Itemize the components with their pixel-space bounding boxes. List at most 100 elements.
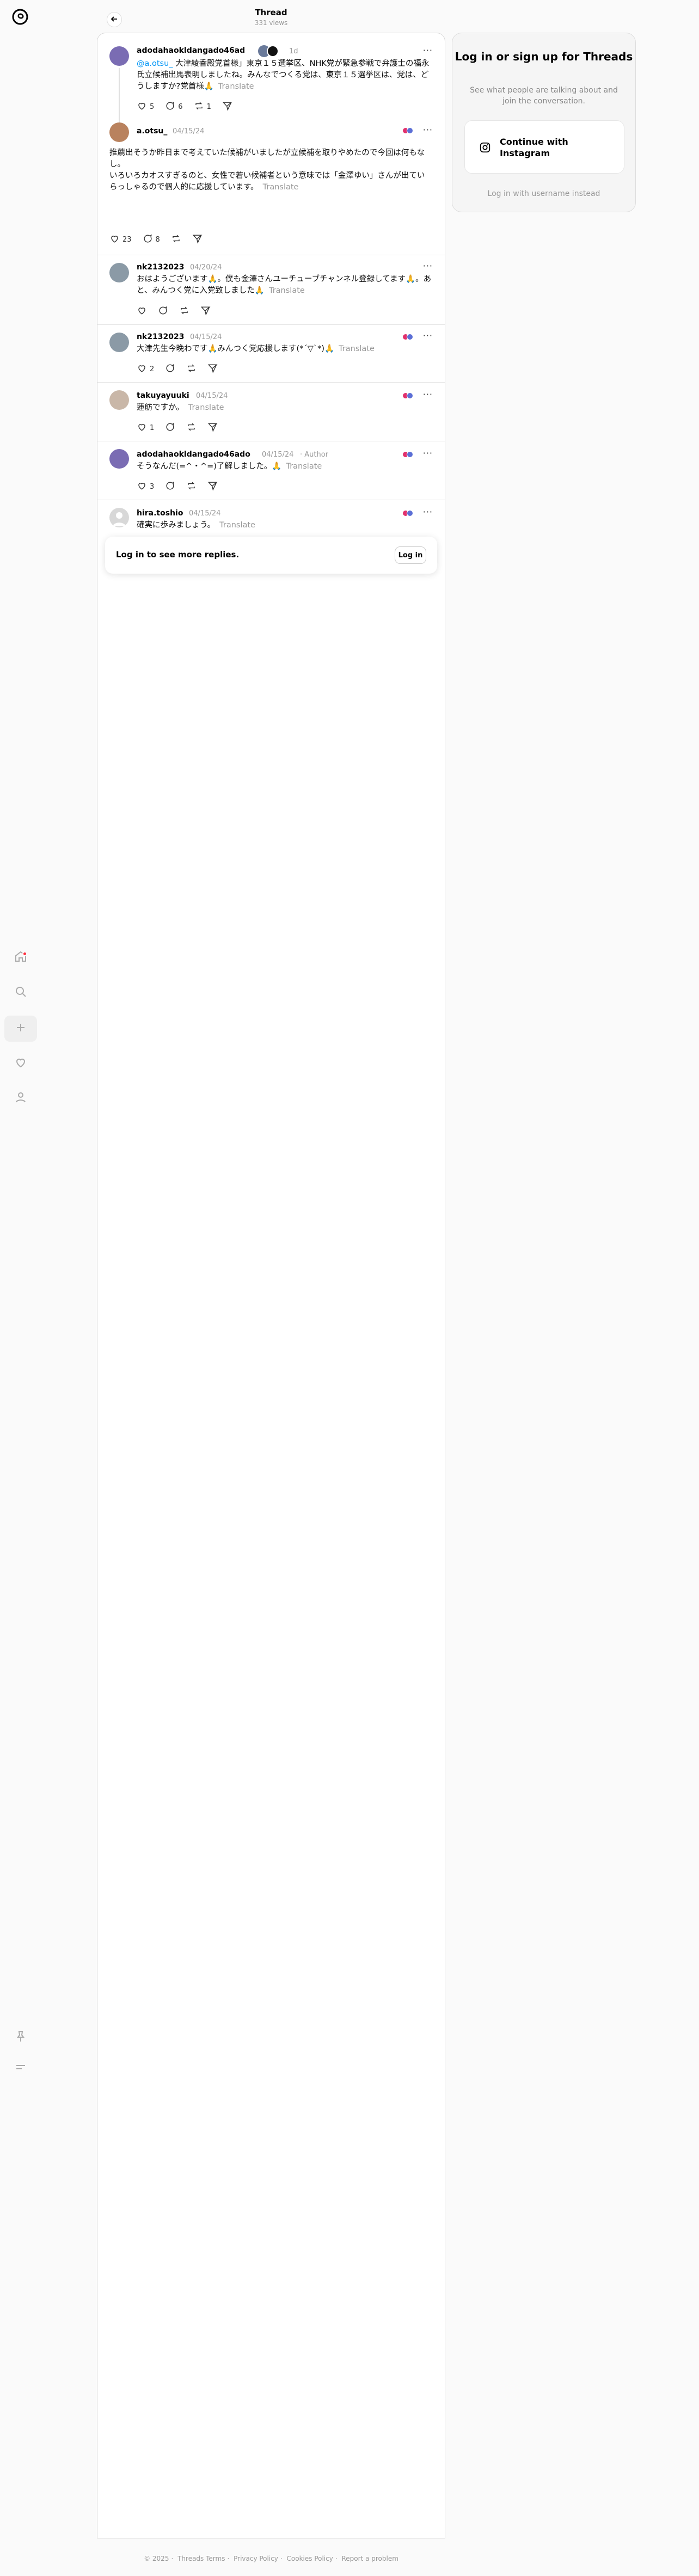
username[interactable]: adodahaokldangado46ado <box>137 450 250 459</box>
username[interactable]: takuyayuuki <box>137 391 189 400</box>
repost-icon <box>179 305 189 318</box>
repost-icon <box>194 101 204 113</box>
like-button[interactable]: 5 <box>137 101 154 113</box>
more-options-button[interactable]: ··· <box>423 261 433 271</box>
reply-button[interactable]: 8 <box>143 233 160 246</box>
translate-link[interactable]: Translate <box>286 462 322 471</box>
footer: © 2025 · Threads Terms · Privacy Policy · C… <box>144 2555 398 2562</box>
repost-button[interactable] <box>171 233 181 246</box>
like-button[interactable] <box>137 305 147 318</box>
share-button[interactable] <box>222 101 232 113</box>
menu-icon <box>14 2061 27 2076</box>
username[interactable]: adodahaokldangado46ad <box>137 46 245 55</box>
page-title: Thread <box>255 8 287 17</box>
continue-with-instagram-button[interactable]: Continue with Instagram <box>464 120 624 174</box>
like-count: 5 <box>150 103 155 111</box>
comment-icon <box>158 305 168 318</box>
post-text: 確実に歩みましょう。 Translate <box>137 521 255 530</box>
post-time: 04/15/24 <box>196 392 228 400</box>
reply-button[interactable] <box>165 481 175 493</box>
sidebar-search[interactable] <box>4 980 37 1006</box>
username[interactable]: nk2132023 <box>137 333 184 341</box>
repost-button[interactable] <box>179 305 189 318</box>
translate-link[interactable]: Translate <box>263 183 299 192</box>
username[interactable]: hira.toshio <box>137 509 183 518</box>
reply-post: nk2132023 04/15/24 ··· 大津先生今晩わです🙏みんつく党応援… <box>97 325 445 383</box>
like-count: 2 <box>150 365 155 373</box>
more-options-button[interactable]: ··· <box>423 389 433 399</box>
report-link[interactable]: Report a problem <box>341 2555 398 2562</box>
heart-icon <box>137 101 147 113</box>
like-button[interactable]: 2 <box>137 363 154 376</box>
share-button[interactable] <box>207 363 218 376</box>
post-time: 04/15/24 <box>190 333 222 341</box>
more-options-button[interactable]: ··· <box>423 45 433 56</box>
post-time: 04/15/24 <box>189 509 221 518</box>
more-options-button[interactable]: ··· <box>423 330 433 341</box>
username-login-link[interactable]: Log in with username instead <box>452 189 635 198</box>
repost-button[interactable] <box>186 422 197 434</box>
avatar[interactable] <box>109 390 129 410</box>
post-actions: 3 <box>137 481 225 493</box>
like-button[interactable]: 3 <box>137 481 154 493</box>
avatar[interactable] <box>109 508 129 527</box>
badge-icons <box>402 334 413 340</box>
send-icon <box>207 481 218 493</box>
terms-link[interactable]: Threads Terms <box>177 2555 225 2562</box>
share-button[interactable] <box>207 422 218 434</box>
sidebar-pin[interactable] <box>4 2025 37 2051</box>
share-button[interactable] <box>192 233 203 246</box>
sidebar-profile[interactable] <box>4 1085 37 1111</box>
repost-button[interactable]: 1 <box>194 101 211 113</box>
reply-button[interactable] <box>165 363 175 376</box>
comment-icon <box>165 481 175 493</box>
sidebar-menu[interactable] <box>4 2055 37 2081</box>
like-button[interactable]: 23 <box>109 233 132 246</box>
sidebar-create[interactable] <box>4 1016 37 1042</box>
reply-button[interactable] <box>165 422 175 434</box>
reply-button[interactable]: 6 <box>165 101 183 113</box>
repost-icon <box>186 363 197 376</box>
sidebar-activity[interactable] <box>4 1050 37 1077</box>
translate-link[interactable]: Translate <box>219 521 255 530</box>
reply-button[interactable] <box>158 305 168 318</box>
username[interactable]: a.otsu_ <box>137 127 167 136</box>
repost-icon <box>171 233 181 246</box>
repost-button[interactable] <box>186 481 197 493</box>
post-time: 04/20/24 <box>190 263 222 272</box>
mention-link[interactable]: @a.otsu_ <box>137 59 173 68</box>
threads-logo-icon[interactable] <box>11 8 29 26</box>
post-time: 04/15/24 <box>262 451 294 459</box>
share-button[interactable] <box>207 481 218 493</box>
cookies-link[interactable]: Cookies Policy <box>287 2555 333 2562</box>
post-text: @a.otsu_ 大津綾香殿党首様」東京１５選挙区、NHK党が緊急参戦で弁護士の… <box>137 59 430 91</box>
avatar[interactable] <box>109 263 129 282</box>
privacy-link[interactable]: Privacy Policy <box>234 2555 278 2562</box>
reply-post: nk2132023 04/20/24 ··· おはようございます🙏。僕も金澤さん… <box>97 255 445 325</box>
more-options-button[interactable]: ··· <box>423 448 433 458</box>
instagram-button-label: Continue with Instagram <box>500 137 568 158</box>
translate-link[interactable]: Translate <box>339 345 375 353</box>
translate-link[interactable]: Translate <box>188 403 224 412</box>
avatar[interactable] <box>109 122 129 142</box>
login-button[interactable]: Log in <box>395 546 426 564</box>
username[interactable]: nk2132023 <box>137 263 184 272</box>
login-card: Log in or sign up for Threads See what p… <box>452 33 636 212</box>
view-count: 331 views <box>254 19 288 27</box>
sidebar-home[interactable] <box>4 945 37 971</box>
login-card-subtitle: See what people are talking about and jo… <box>470 86 618 106</box>
plus-icon <box>14 1021 27 1036</box>
like-button[interactable]: 1 <box>137 422 154 434</box>
more-options-button[interactable]: ··· <box>423 507 433 517</box>
avatar[interactable] <box>109 333 129 352</box>
share-button[interactable] <box>200 305 211 318</box>
repost-button[interactable] <box>186 363 197 376</box>
translate-link[interactable]: Translate <box>218 82 254 91</box>
comment-icon <box>143 233 153 246</box>
avatar[interactable] <box>109 46 129 66</box>
badge-icons <box>402 127 413 134</box>
more-options-button[interactable]: ··· <box>423 125 433 135</box>
translate-link[interactable]: Translate <box>269 286 305 295</box>
badge-icons <box>402 510 413 517</box>
avatar[interactable] <box>109 449 129 469</box>
